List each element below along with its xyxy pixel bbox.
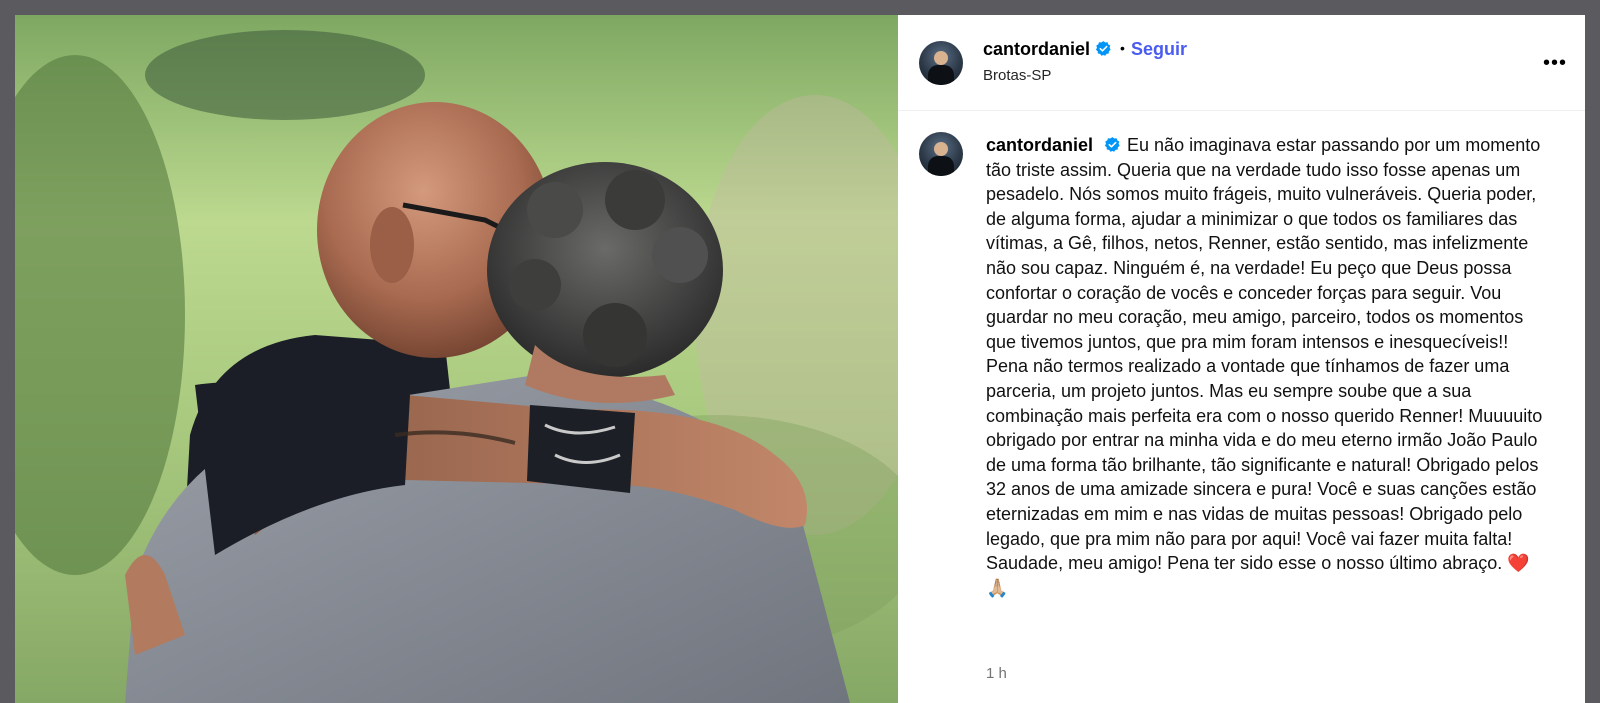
- avatar-body: [928, 65, 954, 85]
- post-photo[interactable]: [15, 15, 898, 703]
- more-options-icon[interactable]: •••: [1543, 53, 1567, 73]
- post-timestamp[interactable]: 1 h: [986, 665, 1007, 682]
- post-caption: cantordaniel Eu não imaginava estar passa…: [986, 133, 1546, 600]
- caption-text: Eu não imaginava estar passando por um m…: [986, 135, 1543, 598]
- avatar[interactable]: [919, 41, 963, 85]
- verified-badge-icon: [1104, 137, 1120, 152]
- avatar-body: [928, 156, 954, 176]
- verified-badge-icon: [1095, 41, 1111, 56]
- post-sidebar: cantordaniel • Seguir Brotas-SP ••• cantor…: [898, 15, 1585, 703]
- header-line: cantordaniel • Seguir: [983, 39, 1187, 60]
- post-modal: cantordaniel • Seguir Brotas-SP ••• cantor…: [15, 15, 1585, 703]
- post-location[interactable]: Brotas-SP: [983, 67, 1051, 84]
- avatar-face: [934, 51, 948, 65]
- avatar-face: [934, 142, 948, 156]
- follow-button[interactable]: Seguir: [1131, 39, 1187, 59]
- caption-username[interactable]: cantordaniel: [986, 135, 1093, 155]
- header-separator: •: [1120, 40, 1125, 56]
- photo-illustration: [15, 15, 898, 703]
- caption-avatar[interactable]: [919, 132, 963, 176]
- post-header: cantordaniel • Seguir Brotas-SP •••: [898, 15, 1585, 111]
- post-username[interactable]: cantordaniel: [983, 39, 1090, 59]
